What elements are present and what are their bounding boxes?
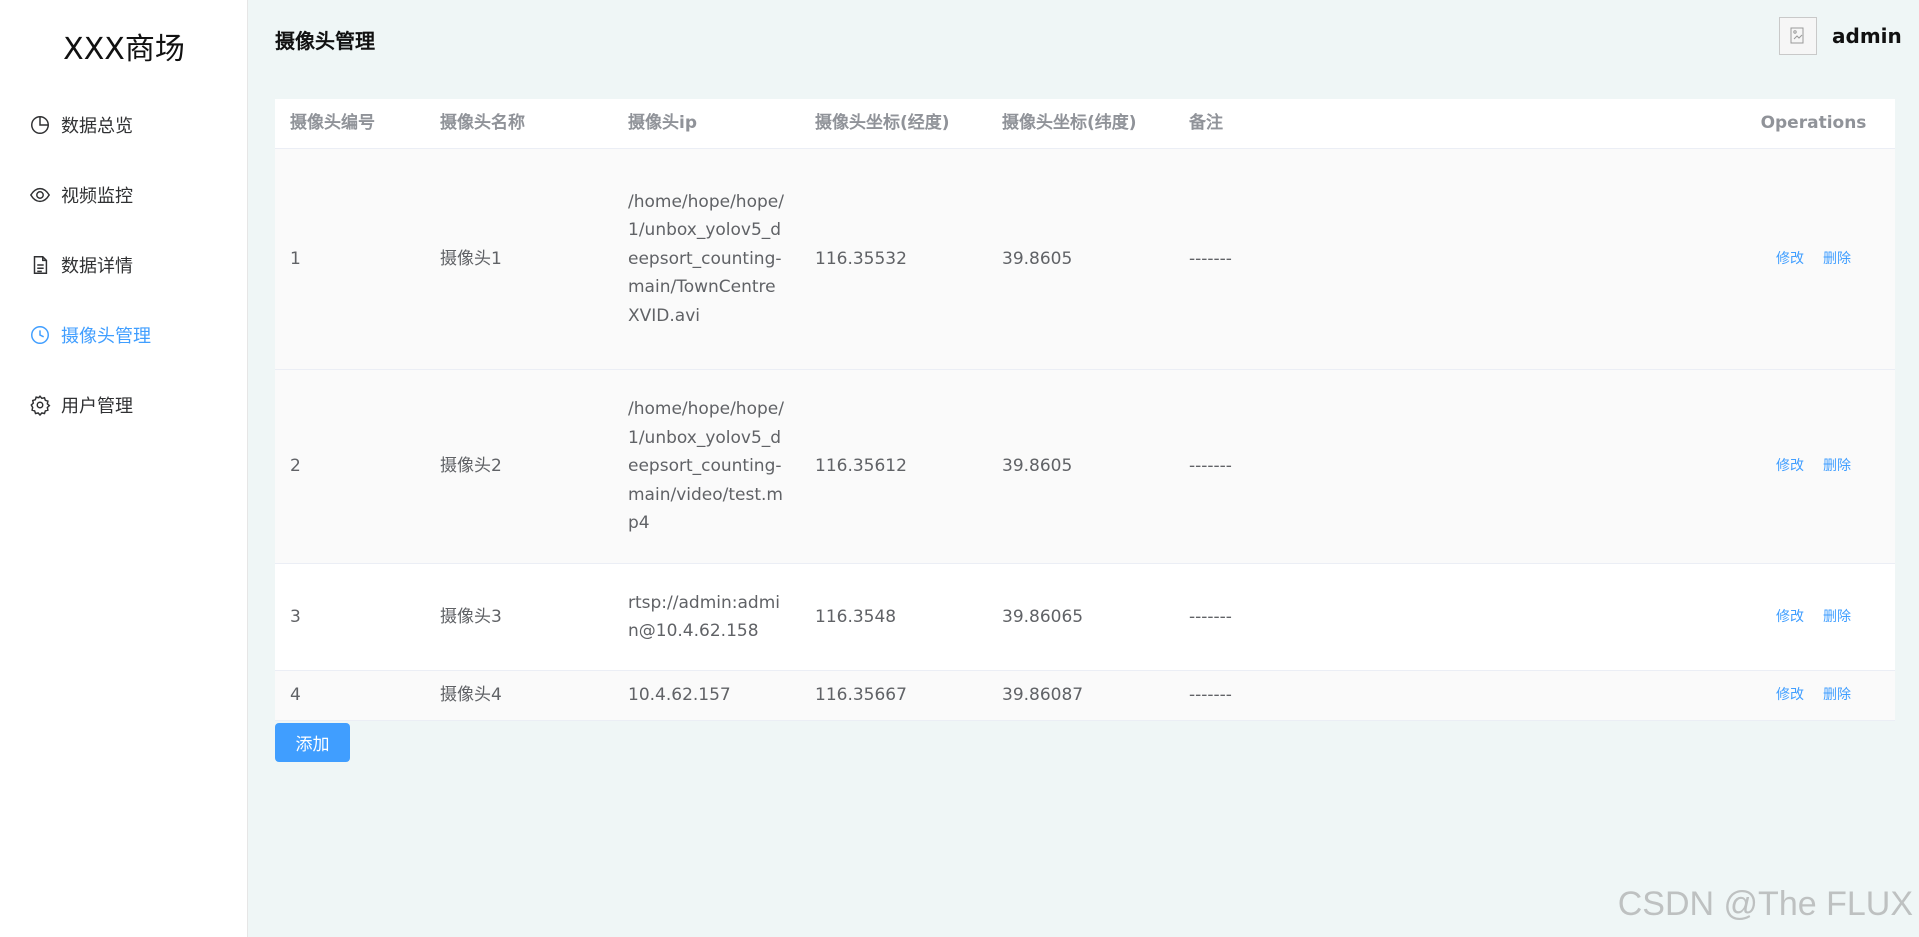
cell-id: 4 [290,685,301,706]
delete-button[interactable]: 删除 [1823,452,1851,481]
app-logo: XXX商场 [63,32,185,67]
cell-ip-wrap: rtsp://admin:admin@10.4.62.158 [613,564,800,670]
sidebar-item-video-monitor[interactable]: 视频监控 [0,160,248,230]
sidebar-item-user-management[interactable]: 用户管理 [0,370,248,440]
column-header-id: 摄像头编号 [290,113,375,134]
eye-icon [29,187,51,203]
sidebar-item-camera-management[interactable]: 摄像头管理 [0,300,248,370]
page-title: 摄像头管理 [275,29,375,53]
delete-button[interactable]: 删除 [1823,681,1851,710]
sidebar-item-label: 用户管理 [61,396,133,417]
column-header-latitude: 摄像头坐标(纬度) [1002,113,1137,134]
cell-ip: /home/hope/hope/1/unbox_yolov5_deepsort_… [628,399,784,534]
document-icon [33,256,48,274]
sidebar: XXX商场 数据总览 视频监控 数据详情 摄像头管理 用户管理 [0,0,248,937]
gear-icon [30,395,51,416]
add-camera-button[interactable]: 添加 [275,723,350,762]
column-header-operations: Operations [1760,113,1867,134]
cell-operations: 修改 删除 [1732,671,1895,720]
cell-ip: 10.4.62.157 [628,685,731,706]
sidebar-item-label: 数据总览 [61,116,133,137]
table-header-row: 摄像头编号 摄像头名称 摄像头ip 摄像头坐标(经度) 摄像头坐标(纬度) 备注… [275,99,1895,149]
broken-image-icon [1790,27,1804,44]
column-header-ip: 摄像头ip [628,113,697,134]
cell-latitude: 39.86087 [1002,685,1084,706]
cell-id: 3 [290,606,301,627]
cell-latitude: 39.8605 [1002,456,1073,477]
cell-operations: 修改 删除 [1732,149,1895,369]
column-header-remark: 备注 [1189,113,1223,134]
sidebar-item-label: 视频监控 [61,186,133,207]
cell-longitude: 116.35667 [815,685,907,706]
cell-name: 摄像头1 [440,248,502,269]
sidebar-item-label: 数据详情 [61,256,133,277]
cell-ip-wrap: 10.4.62.157 [613,671,800,720]
watermark: CSDN @The FLUX [1617,885,1913,923]
username[interactable]: admin [1832,24,1902,48]
cell-id: 2 [290,456,301,477]
cell-ip: rtsp://admin:admin@10.4.62.158 [628,592,780,642]
cell-longitude: 116.35532 [815,248,907,269]
sidebar-menu: 数据总览 视频监控 数据详情 摄像头管理 用户管理 [0,90,248,440]
edit-button[interactable]: 修改 [1776,603,1804,632]
camera-table: 摄像头编号 摄像头名称 摄像头ip 摄像头坐标(经度) 摄像头坐标(纬度) 备注… [275,99,1895,721]
sidebar-item-overview[interactable]: 数据总览 [0,90,248,160]
cell-name: 摄像头2 [440,456,502,477]
table-row: 4 摄像头4 10.4.62.157 116.35667 39.86087 --… [275,671,1895,721]
cell-ip: /home/hope/hope/1/unbox_yolov5_deepsort_… [628,191,784,326]
delete-button[interactable]: 删除 [1823,245,1851,274]
cell-operations: 修改 删除 [1732,564,1895,670]
cell-remark: ------- [1189,248,1232,269]
pie-chart-icon [31,116,49,134]
table-row: 1 摄像头1 /home/hope/hope/1/unbox_yolov5_de… [275,149,1895,370]
column-header-name: 摄像头名称 [440,113,525,134]
cell-longitude: 116.3548 [815,606,897,627]
cell-name: 摄像头3 [440,606,502,627]
cell-name: 摄像头4 [440,685,502,706]
cell-longitude: 116.35612 [815,456,907,477]
cell-latitude: 39.86065 [1002,606,1084,627]
delete-button[interactable]: 删除 [1823,603,1851,632]
cell-id: 1 [290,248,301,269]
cell-remark: ------- [1189,606,1232,627]
cell-operations: 修改 删除 [1732,370,1895,563]
edit-button[interactable]: 修改 [1776,681,1804,710]
column-header-longitude: 摄像头坐标(经度) [815,113,950,134]
cell-ip-wrap: /home/hope/hope/1/unbox_yolov5_deepsort_… [613,149,800,369]
sidebar-item-label: 摄像头管理 [61,326,151,347]
sidebar-item-data-details[interactable]: 数据详情 [0,230,248,300]
table-row: 3 摄像头3 rtsp://admin:admin@10.4.62.158 11… [275,564,1895,671]
cell-remark: ------- [1189,685,1232,706]
cell-remark: ------- [1189,456,1232,477]
table-row: 2 摄像头2 /home/hope/hope/1/unbox_yolov5_de… [275,370,1895,564]
cell-ip-wrap: /home/hope/hope/1/unbox_yolov5_deepsort_… [613,370,800,563]
avatar[interactable] [1779,17,1817,55]
edit-button[interactable]: 修改 [1776,452,1804,481]
clock-icon [31,326,49,344]
edit-button[interactable]: 修改 [1776,245,1804,274]
cell-latitude: 39.8605 [1002,248,1073,269]
